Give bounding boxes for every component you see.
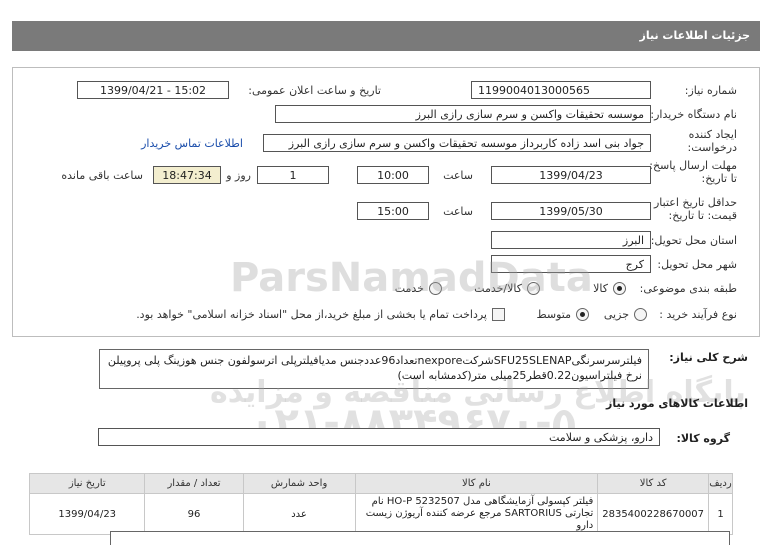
goods-group-label: گروه کالا:	[676, 432, 730, 445]
send-time-field: 10:00	[357, 166, 429, 184]
goods-section-title: اطلاعات کالاهای مورد نیاز	[606, 397, 748, 410]
cell-code: 2835400228670007	[597, 493, 710, 535]
send-date-field: 1399/04/23	[491, 166, 651, 184]
category-goods-service-label: کالا/خدمت	[474, 282, 522, 295]
treasury-checkbox[interactable]	[492, 308, 505, 321]
requester-field: جواد بنی اسد زاده کاربرداز موسسه تحقیقات…	[263, 134, 651, 152]
send-deadline-label-line1: مهلت ارسال پاسخ:	[649, 159, 737, 172]
category-goods-service-radio[interactable]	[527, 282, 540, 295]
city-field: کرج	[491, 255, 651, 273]
goods-group-field: دارو، پزشکی و سلامت	[98, 428, 660, 446]
need-number-label: شماره نیاز:	[684, 84, 737, 97]
announce-field: 1399/04/21 - 15:02	[77, 81, 229, 99]
col-unit: واحد شمارش	[242, 473, 356, 494]
validity-date-field: 1399/05/30	[491, 202, 651, 220]
requester-label-line1: ایجاد کننده	[688, 128, 737, 141]
table-row[interactable]: 1 2835400228670007 فیلتر کپسولی آزمایشگا…	[28, 493, 733, 535]
validity-time-label: ساعت	[443, 205, 473, 218]
send-deadline-label-line2: تا تاریخ:	[701, 172, 737, 185]
province-field: البرز	[491, 231, 651, 249]
days-field: 1	[257, 166, 329, 184]
days-label: روز و	[226, 169, 251, 182]
send-time-label: ساعت	[443, 169, 473, 182]
category-goods-label: کالا	[593, 282, 608, 295]
cell-row: 1	[708, 493, 733, 535]
cell-date: 1399/04/23	[28, 493, 146, 535]
category-label: طبقه بندی موضوعی:	[639, 282, 737, 295]
col-date: تاریخ نیاز	[28, 473, 146, 494]
purchase-type-label: نوع فرآیند خرید :	[659, 308, 737, 321]
cell-name: فیلتر کپسولی آزمایشگاهی مدل HO-P 5232507…	[354, 493, 599, 535]
treasury-note: پرداخت تمام یا بخشی از مبلغ خرید،از محل …	[136, 308, 487, 321]
announce-label: تاریخ و ساعت اعلان عمومی:	[248, 84, 381, 97]
col-qty: تعداد / مقدار	[144, 473, 244, 494]
details-panel: شماره نیاز: 1199004013000565 تاریخ و ساع…	[12, 67, 760, 337]
validity-label-line2: قیمت: تا تاریخ:	[668, 209, 737, 222]
col-code: کد کالا	[597, 473, 710, 494]
page-title: جزئیات اطلاعات نیاز	[639, 29, 751, 42]
buyer-org-label: نام دستگاه خریدار:	[650, 108, 737, 121]
description-label: شرح کلی نیاز:	[669, 351, 748, 364]
cell-qty: 96	[144, 493, 244, 535]
contact-buyer-link[interactable]: اطلاعات تماس خریدار	[141, 137, 243, 150]
col-name: نام کالا	[354, 473, 599, 494]
remaining-label: ساعت باقی مانده	[61, 169, 143, 182]
notes-box-partial	[110, 531, 730, 545]
table-header-row: ردیف کد کالا نام کالا واحد شمارش تعداد /…	[28, 473, 733, 494]
validity-label-line1: حداقل تاریخ اعتبار	[653, 196, 737, 209]
province-label: استان محل تحویل:	[650, 234, 737, 247]
purchase-minor-label: جزیی	[603, 308, 629, 321]
purchase-minor-radio[interactable]	[634, 308, 647, 321]
goods-table: ردیف کد کالا نام کالا واحد شمارش تعداد /…	[28, 473, 733, 535]
col-row: ردیف	[708, 473, 733, 494]
buyer-org-field: موسسه تحقیقات واکسن و سرم سازی رازی البر…	[275, 105, 651, 123]
remaining-time-field: 18:47:34	[153, 166, 221, 184]
need-number-field: 1199004013000565	[471, 81, 651, 99]
category-service-radio[interactable]	[429, 282, 442, 295]
category-service-label: خدمت	[394, 282, 424, 295]
category-goods-radio[interactable]	[613, 282, 626, 295]
purchase-medium-label: متوسط	[536, 308, 571, 321]
description-box: فیلترسرسرنگیSFU25SLENAPشرکتnexporeتعداد9…	[99, 349, 649, 389]
city-label: شهر محل تحویل:	[657, 258, 737, 271]
purchase-medium-radio[interactable]	[576, 308, 589, 321]
validity-time-field: 15:00	[357, 202, 429, 220]
requester-label-line2: درخواست:	[687, 141, 737, 154]
page-header: جزئیات اطلاعات نیاز	[12, 21, 760, 51]
cell-unit: عدد	[242, 493, 356, 535]
